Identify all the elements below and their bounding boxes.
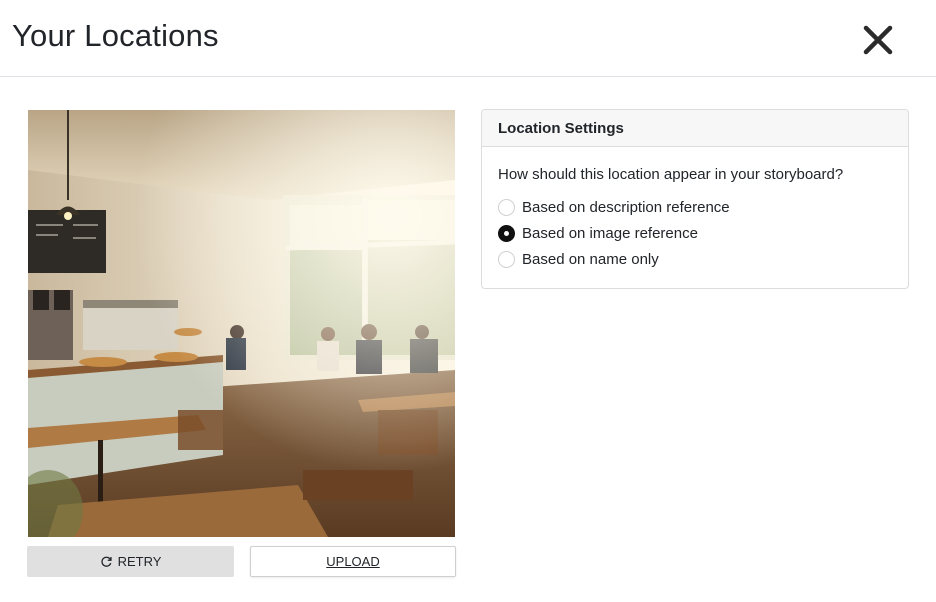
- modal-header: Your Locations: [0, 0, 936, 77]
- radio-button[interactable]: [498, 250, 515, 268]
- upload-label: UPLOAD: [326, 554, 380, 569]
- option-image-reference[interactable]: Based on image reference: [498, 220, 908, 246]
- card-body: How should this location appear in your …: [482, 147, 908, 272]
- appearance-options: Based on description reference Based on …: [498, 194, 908, 272]
- refresh-icon: [100, 555, 113, 568]
- radio-button[interactable]: [498, 198, 515, 216]
- option-label: Based on image reference: [522, 224, 698, 242]
- location-settings-card: Location Settings How should this locati…: [481, 109, 909, 289]
- close-icon: [863, 25, 893, 55]
- cafe-interior-image: [28, 110, 455, 537]
- page-title: Your Locations: [12, 18, 219, 53]
- retry-button[interactable]: RETRY: [27, 546, 234, 577]
- location-image: [28, 110, 455, 537]
- option-label: Based on name only: [522, 250, 659, 268]
- option-description-reference[interactable]: Based on description reference: [498, 194, 908, 220]
- upload-button[interactable]: UPLOAD: [250, 546, 456, 577]
- radio-button-selected[interactable]: [498, 224, 515, 242]
- option-name-only[interactable]: Based on name only: [498, 246, 908, 272]
- card-header: Location Settings: [482, 110, 908, 147]
- close-button[interactable]: [858, 20, 898, 60]
- option-label: Based on description reference: [522, 198, 730, 216]
- retry-label: RETRY: [117, 554, 162, 569]
- appearance-question: How should this location appear in your …: [498, 166, 844, 183]
